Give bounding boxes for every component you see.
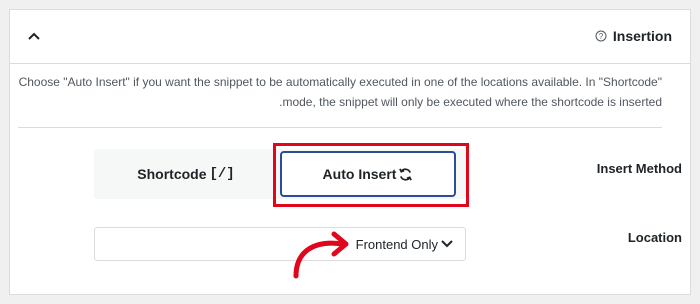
svg-text:?: ?: [599, 32, 604, 41]
curved-arrow-icon: [282, 228, 362, 285]
description-line-1: Choose "Auto Insert" if you want the sni…: [18, 75, 662, 89]
insert-method-label: Insert Method: [596, 161, 682, 176]
description: Choose "Auto Insert" if you want the sni…: [18, 72, 662, 112]
auto-insert-button-label: Auto Insert: [322, 166, 397, 182]
location-select[interactable]: Frontend Only: [94, 227, 466, 261]
chevron-up-icon[interactable]: [24, 26, 44, 46]
location-select-value-group: Frontend Only: [356, 228, 453, 260]
insert-method-toggle: Shortcode [/] Auto Insert: [94, 149, 466, 199]
refresh-icon: [398, 167, 413, 182]
divider: [18, 127, 662, 128]
header-title-group: ? Insertion: [595, 26, 672, 46]
location-select-value: Frontend Only: [355, 236, 438, 252]
description-line-2: .mode, the snippet will only be executed…: [279, 95, 662, 109]
brackets-icon: [/]: [209, 166, 235, 182]
shortcode-button-label: Shortcode: [137, 166, 207, 182]
location-label: Location: [627, 230, 682, 245]
auto-insert-button[interactable]: Auto Insert: [280, 151, 456, 197]
help-circle-icon[interactable]: ?: [595, 30, 607, 42]
chevron-down-icon: [441, 240, 453, 248]
panel-header: ? Insertion: [10, 10, 690, 64]
panel-title: Insertion: [612, 28, 672, 44]
shortcode-button[interactable]: Shortcode [/]: [94, 149, 278, 199]
